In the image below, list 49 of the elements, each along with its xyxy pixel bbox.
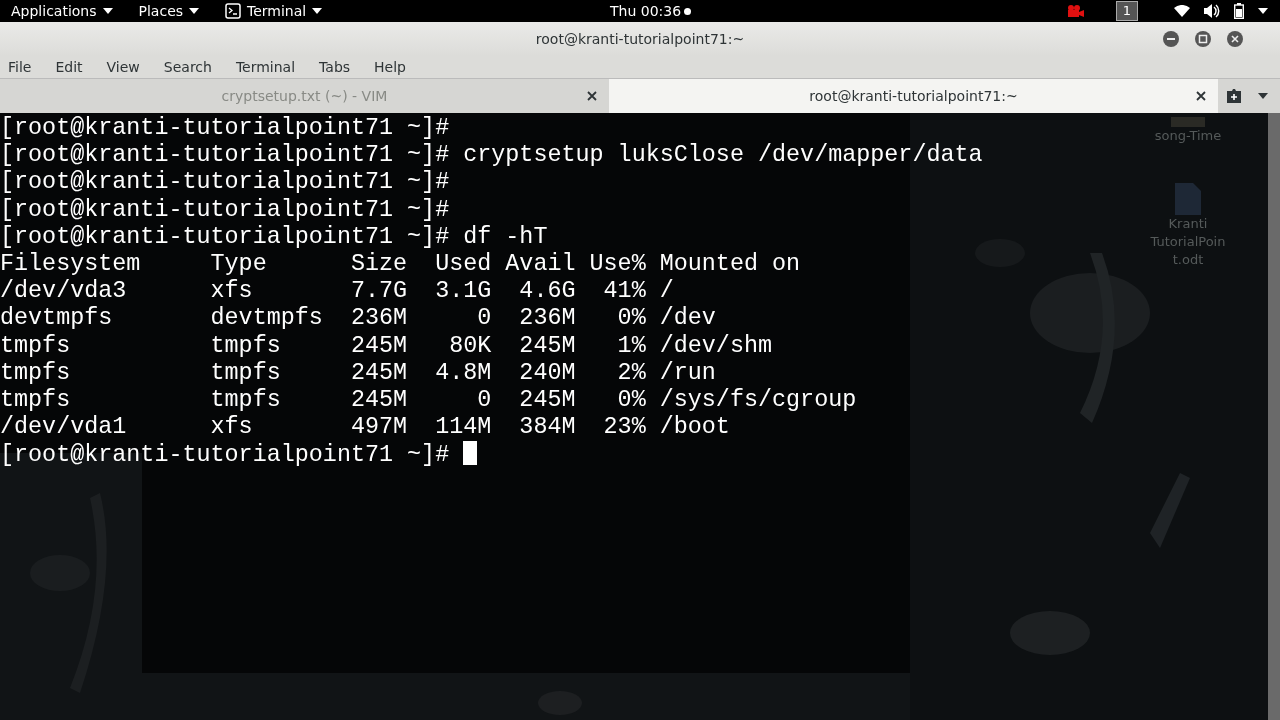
file-label: TutorialPoin — [1150, 233, 1226, 251]
close-button[interactable] — [1227, 31, 1243, 47]
menu-item[interactable]: Terminal — [235, 56, 296, 78]
caret-icon[interactable] — [1258, 93, 1268, 99]
caret-icon — [312, 8, 323, 14]
file-label: song-Time — [1154, 127, 1222, 145]
top-menu[interactable]: Applications — [11, 0, 113, 22]
battery-icon[interactable] — [1234, 3, 1244, 19]
menu-item[interactable]: Search — [163, 56, 212, 78]
terminal-line: [root@kranti-tutorialpoint71 ~]# cryptsetup luksClose /dev/mapper/data — [0, 142, 983, 169]
workspace-indicator[interactable]: 1 — [1115, 1, 1138, 21]
file-label: Kranti — [1168, 215, 1208, 233]
window-title: root@kranti-tutorialpoint71:~ — [535, 29, 745, 49]
clock[interactable]: Thu 00:36 — [610, 0, 682, 22]
menu-item[interactable]: File — [8, 56, 32, 78]
terminal-line: tmpfs tmpfs 245M 0 245M 0% /sys/fs/cgroup — [0, 387, 857, 414]
menu-item[interactable]: Tabs — [319, 56, 351, 78]
terminal-line: [root@kranti-tutorialpoint71 ~]# df -hT — [0, 223, 548, 250]
terminal-line: /dev/vda3 xfs 7.7G 3.1G 4.6G 41% / — [0, 278, 674, 305]
menu-item[interactable]: Help — [374, 56, 406, 78]
close-tab-icon[interactable] — [587, 91, 597, 101]
notification-dot-icon — [684, 7, 692, 15]
terminal-line: [root@kranti-tutorialpoint71 ~]# — [0, 169, 450, 196]
caret-icon — [102, 8, 113, 14]
terminal-icon — [225, 3, 242, 19]
terminal-line: [root@kranti-tutorialpoint71 ~]# — [0, 115, 450, 141]
cursor — [463, 441, 478, 466]
terminal-line: tmpfs tmpfs 245M 80K 245M 1% /dev/shm — [0, 332, 773, 359]
terminal-line: Filesystem Type Size Used Avail Use% Mounted on — [0, 251, 801, 277]
terminal-line: devtmpfs devtmpfs 236M 0 236M 0% /dev — [0, 305, 716, 332]
menu-item[interactable]: View — [106, 56, 140, 78]
camera-icon[interactable] — [1065, 5, 1084, 17]
top-menu[interactable]: Places — [138, 0, 200, 22]
maximize-button[interactable] — [1195, 31, 1211, 47]
volume-icon[interactable] — [1204, 4, 1220, 18]
terminal-line: [root@kranti-tutorialpoint71 ~]# — [0, 196, 450, 223]
minimize-button[interactable] — [1163, 31, 1179, 47]
terminal-line: /dev/vda1 xfs 497M 114M 384M 23% /boot — [0, 414, 730, 441]
menu-item[interactable]: Edit — [55, 56, 83, 78]
wifi-icon[interactable] — [1174, 5, 1190, 17]
tab[interactable]: root@kranti-tutorialpoint71:~ — [609, 79, 1218, 113]
new-tab-icon[interactable] — [1226, 89, 1242, 103]
top-menu[interactable]: Terminal — [225, 0, 323, 22]
terminal-line: tmpfs tmpfs 245M 4.8M 240M 2% /run — [0, 359, 716, 386]
file-label: t.odt — [1172, 251, 1204, 269]
terminal-line: [root@kranti-tutorialpoint71 ~]# — [0, 442, 451, 469]
close-tab-icon[interactable] — [1196, 91, 1206, 101]
caret-icon — [1258, 8, 1268, 14]
caret-icon — [189, 8, 200, 14]
